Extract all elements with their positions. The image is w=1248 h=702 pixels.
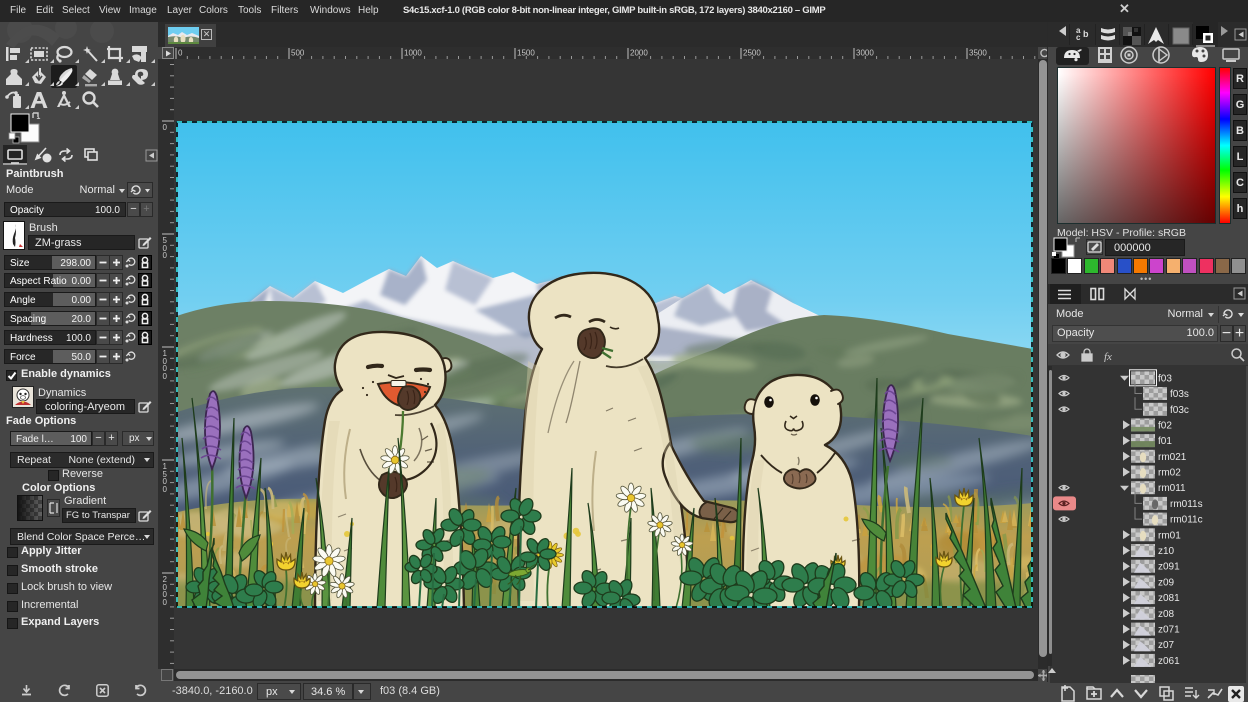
svg-text:z061: z061	[1158, 656, 1180, 667]
svg-text:0: 0	[178, 49, 183, 58]
svg-text:0: 0	[163, 485, 168, 494]
svg-text:z091: z091	[1158, 562, 1180, 573]
svg-text:f03c: f03c	[1170, 405, 1189, 416]
svg-text:z081: z081	[1158, 593, 1180, 604]
svg-text:z07: z07	[1158, 640, 1175, 651]
svg-text:rm02: rm02	[1158, 468, 1181, 479]
svg-text:z09: z09	[1158, 577, 1175, 588]
svg-text:0: 0	[163, 598, 168, 607]
svg-text:rm011s: rm011s	[1170, 499, 1203, 510]
svg-text:f01: f01	[1158, 436, 1172, 447]
svg-text:f02: f02	[1158, 420, 1172, 431]
svg-text:z10: z10	[1158, 546, 1175, 557]
svg-text:fx: fx	[1104, 351, 1112, 362]
svg-text:rm011c: rm011c	[1170, 515, 1203, 526]
svg-text:0: 0	[163, 123, 168, 132]
svg-text:z071: z071	[1158, 625, 1180, 636]
svg-text:0: 0	[163, 251, 168, 260]
svg-text:f03s: f03s	[1170, 389, 1189, 400]
svg-text:rm011: rm011	[1158, 483, 1186, 494]
svg-text:500: 500	[291, 49, 305, 58]
svg-text:rm021: rm021	[1158, 452, 1187, 463]
svg-text:c: c	[1076, 33, 1081, 42]
svg-text:b: b	[1083, 29, 1089, 39]
svg-text:rm01: rm01	[1158, 530, 1181, 541]
svg-text:f03: f03	[1158, 373, 1172, 384]
svg-text:z08: z08	[1158, 609, 1175, 620]
svg-text:0: 0	[163, 372, 168, 381]
